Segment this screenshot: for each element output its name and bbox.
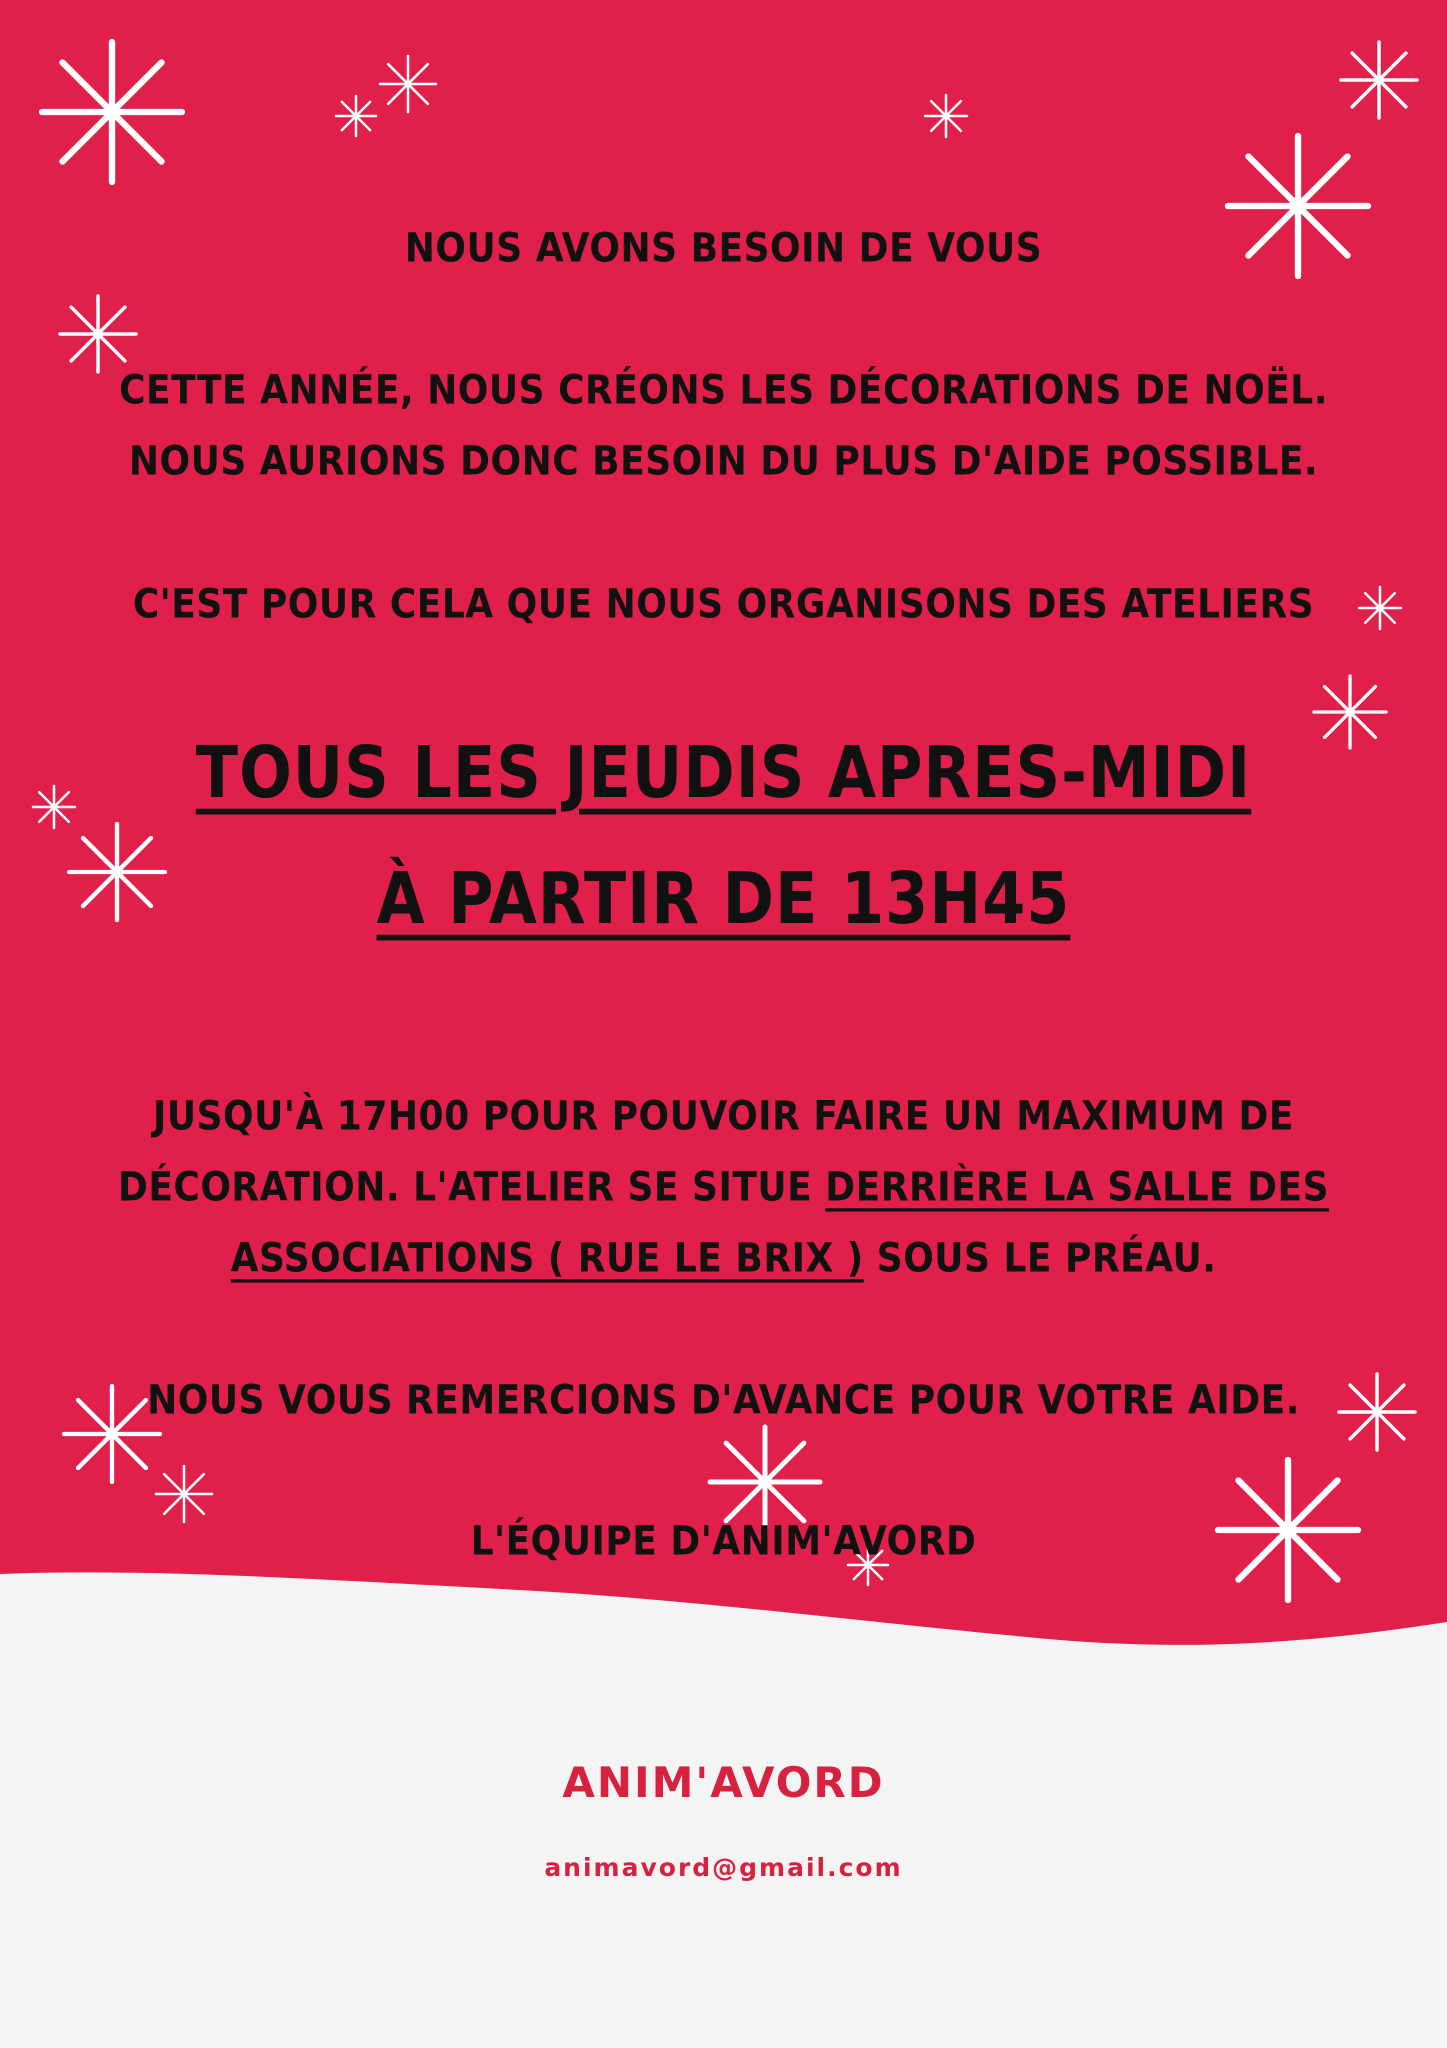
snowflake-icon bbox=[1337, 38, 1421, 122]
paragraph1-line2: NOUS AURIONS DONC BESOIN DU PLUS D'AIDE … bbox=[0, 439, 1447, 485]
location-link-part2: ASSOCIATIONS ( RUE LE BRIX ) bbox=[231, 1236, 864, 1282]
details-line2: DÉCORATION. L'ATELIER SE SITUE DERRIÈRE … bbox=[0, 1165, 1447, 1211]
poster: NOUS AVONS BESOIN DE VOUS CETTE ANNÉE, N… bbox=[0, 0, 1447, 2048]
details-line2-start: DÉCORATION. L'ATELIER SE SITUE bbox=[118, 1165, 825, 1211]
snowflake-icon bbox=[376, 52, 440, 116]
paragraph2: C'EST POUR CELA QUE NOUS ORGANISONS DES … bbox=[0, 582, 1447, 628]
headline-line2: À PARTIR DE 13H45 bbox=[0, 857, 1447, 941]
red-background bbox=[0, 0, 1447, 2048]
location-link-part1: DERRIÈRE LA SALLE DES bbox=[825, 1165, 1329, 1211]
headline-line2-text: À PARTIR DE 13H45 bbox=[377, 857, 1071, 941]
paragraph1-line1: CETTE ANNÉE, NOUS CRÉONS LES DÉCORATIONS… bbox=[0, 368, 1447, 414]
footer-brand: ANIM'AVORD bbox=[0, 1758, 1447, 1807]
headline-line1: TOUS LES JEUDIS APRES-MIDI bbox=[0, 731, 1447, 815]
snowflake-icon bbox=[921, 91, 971, 141]
details-line1: JUSQU'À 17H00 POUR POUVOIR FAIRE UN MAXI… bbox=[0, 1094, 1447, 1140]
heading: NOUS AVONS BESOIN DE VOUS bbox=[0, 226, 1447, 272]
signature: L'ÉQUIPE D'ANIM'AVORD bbox=[0, 1519, 1447, 1565]
headline-line1-text: TOUS LES JEUDIS APRES-MIDI bbox=[196, 731, 1251, 815]
snowflake-icon bbox=[56, 292, 140, 376]
details-line3: ASSOCIATIONS ( RUE LE BRIX ) SOUS LE PRÉ… bbox=[0, 1236, 1447, 1282]
snowflake-icon bbox=[38, 38, 186, 186]
snowflake-icon bbox=[332, 92, 380, 140]
snowflake-icon bbox=[152, 1462, 216, 1526]
thanks-text: NOUS VOUS REMERCIONS D'AVANCE POUR VOTRE… bbox=[0, 1378, 1447, 1424]
footer-email[interactable]: animavord@gmail.com bbox=[0, 1853, 1447, 1882]
details-line3-end: SOUS LE PRÉAU. bbox=[864, 1236, 1217, 1282]
